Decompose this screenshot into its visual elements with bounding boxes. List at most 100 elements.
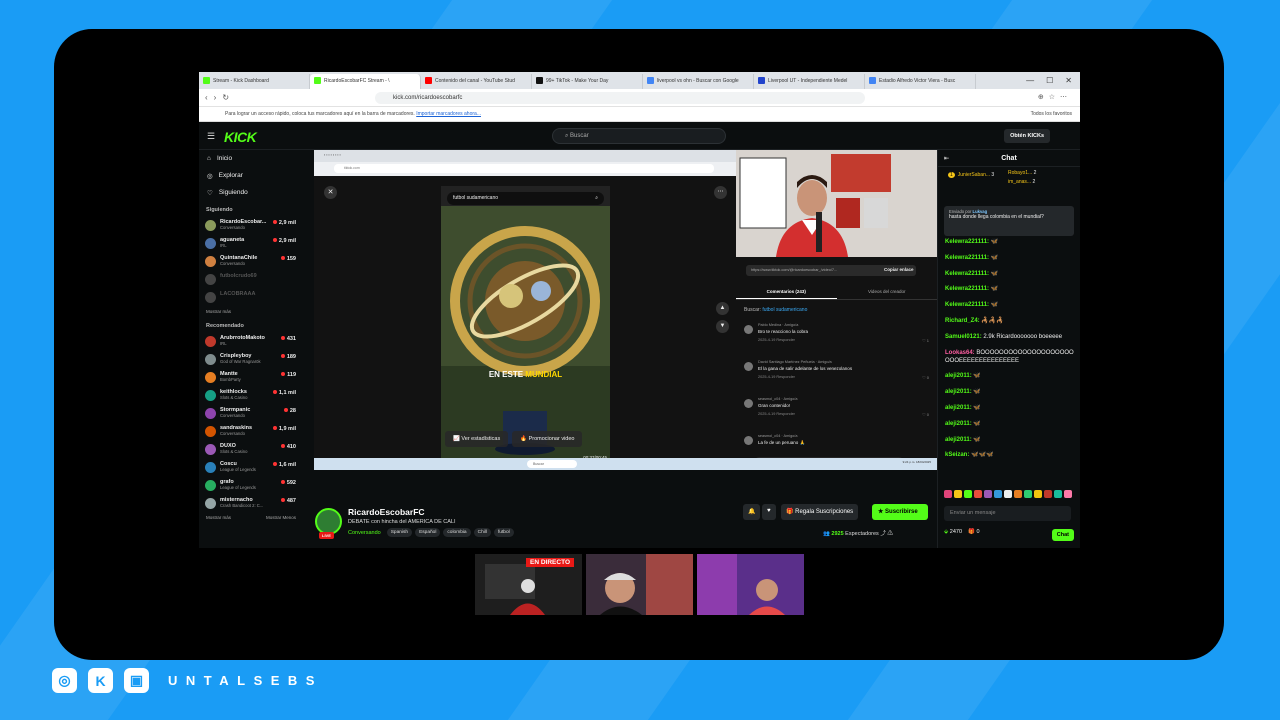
reply-link[interactable]: Responder: [776, 338, 795, 342]
browser-tab[interactable]: 99+ TikTok - Make Your Day: [532, 74, 643, 89]
stream-tag[interactable]: Español: [415, 528, 441, 537]
chat-username[interactable]: aleji2011:: [945, 421, 972, 427]
chat-username[interactable]: Kelewra221111:: [945, 239, 989, 245]
recommended-channel[interactable]: Mantte BombParty 119: [199, 368, 303, 386]
streamer-name[interactable]: RicardoEscobarFC: [348, 507, 425, 517]
tab-comments[interactable]: Comentarios (243): [736, 285, 837, 299]
copy-link-button[interactable]: Copiar enlace: [884, 267, 914, 272]
maximize-icon[interactable]: ☐: [1046, 76, 1053, 85]
comment-likes[interactable]: ♡ 1: [922, 338, 929, 343]
browser-tab[interactable]: Stream - Kick Dashboard: [199, 74, 310, 89]
avatar[interactable]: [744, 362, 753, 371]
emote-icon[interactable]: [1044, 490, 1052, 498]
more-icon[interactable]: ⋯: [714, 186, 727, 199]
video-player[interactable]: ▪ ▪ ▪ ▪ ▪ ▪ ▪ ▪ tiktok.com ✕ futbol suda…: [303, 150, 937, 476]
comment-likes[interactable]: ♡ 0: [922, 375, 929, 380]
close-icon[interactable]: ✕: [324, 186, 337, 199]
pinned-message[interactable]: Enviado por Lukvag hasta donde llega col…: [944, 206, 1074, 236]
comment-user[interactable]: David Santiago Martínez Peñuela · Amigo/…: [758, 360, 832, 364]
browser-tab[interactable]: RicardoEscobarFC Stream - \: [310, 74, 421, 89]
view-stats-button[interactable]: 📈 Ver estadísticas: [445, 431, 509, 447]
recommended-channel[interactable]: grafo League of Legends 592: [199, 476, 303, 494]
recommended-channel[interactable]: Crispleyboy God of War Ragnarök 189: [199, 350, 303, 368]
browser-tab[interactable]: Liverpool UT - Independiente Medel: [754, 74, 865, 89]
stream-tag[interactable]: Chill: [473, 528, 491, 537]
gift-icon[interactable]: 🎁: [968, 529, 975, 535]
emote-icon[interactable]: [954, 490, 962, 498]
browser-tab[interactable]: Estadio Alfredo Victor Viera - Busc: [865, 74, 976, 89]
chat-username[interactable]: kSeizan:: [945, 452, 969, 458]
search-icon[interactable]: ⌕: [595, 195, 598, 201]
toolbar-icons[interactable]: ⊕☆⋯: [1038, 93, 1072, 101]
emote-icon[interactable]: [964, 490, 972, 498]
avatar[interactable]: [744, 399, 753, 408]
show-less-link[interactable]: Mostrar Menos: [266, 515, 296, 520]
send-chat-button[interactable]: Chat: [1051, 529, 1074, 541]
notification-bell-icon[interactable]: 🔔: [743, 504, 761, 520]
emote-icon[interactable]: [944, 490, 952, 498]
chat-username[interactable]: Lookas64:: [945, 350, 975, 356]
emote-bar[interactable]: [944, 490, 1074, 500]
menu-icon[interactable]: ☰: [207, 131, 215, 142]
tiktok-search[interactable]: futbol sudamericano ⌕: [447, 192, 604, 205]
promote-video-button[interactable]: 🔥 Promocionar video: [512, 431, 583, 447]
recommended-channel[interactable]: misternacho Crash Bandicoot 2: C... 487: [199, 494, 303, 512]
chat-username[interactable]: aleji2011:: [945, 389, 972, 395]
all-favorites[interactable]: Todos los favoritos: [1031, 111, 1072, 117]
close-icon[interactable]: ✕: [1065, 76, 1072, 85]
chat-username[interactable]: Kelewra221111:: [945, 302, 989, 308]
recommended-channel[interactable]: keithlocks Slots & Casino 1,1 mil: [199, 386, 303, 404]
chat-username[interactable]: Kelewra221111:: [945, 286, 989, 292]
stream-tag[interactable]: Spanish: [386, 528, 413, 537]
chat-username[interactable]: Kelewra221111:: [945, 271, 989, 277]
avatar[interactable]: [744, 325, 753, 334]
share-icon[interactable]: ⤴: [880, 531, 886, 537]
nav-buttons[interactable]: ‹›↻: [205, 93, 235, 102]
get-kicks-button[interactable]: Obtén KICKs: [1004, 129, 1050, 143]
recommended-channel[interactable]: Coscu League of Legends 1,6 mil: [199, 458, 303, 476]
recommended-channel[interactable]: ArubrrotoMakoto IRL 431: [199, 332, 303, 350]
comment-user[interactable]: Pablo Medina · Amigo/a: [758, 323, 798, 327]
followed-channel[interactable]: LACOBRAAA: [199, 288, 303, 306]
show-more-link[interactable]: Mostrar más: [206, 515, 231, 520]
followed-channel[interactable]: futbolcrudo69: [199, 270, 303, 288]
emote-icon[interactable]: [984, 490, 992, 498]
reply-link[interactable]: Responder: [776, 412, 795, 416]
sidebar-item-inicio[interactable]: ⌂ Inicio: [199, 150, 303, 167]
import-bookmarks-link[interactable]: Importar marcadores ahora...: [416, 111, 481, 117]
comment-user[interactable]: seasmol_c04 · Amigo/a: [758, 397, 797, 401]
followed-channel[interactable]: aguaneta IRL 2,9 mil: [199, 234, 303, 252]
subscribe-button[interactable]: ★ Suscribirse: [872, 504, 928, 520]
sidebar-item-explorar[interactable]: ◎ Explorar: [199, 167, 303, 184]
emote-icon[interactable]: [1014, 490, 1022, 498]
search-input[interactable]: ⌕ Buscar: [552, 128, 726, 144]
streamer-avatar[interactable]: [315, 508, 342, 535]
browser-tab[interactable]: Contenido del canal - YouTube Stud: [421, 74, 532, 89]
report-icon[interactable]: ⚠: [887, 531, 893, 537]
chat-username[interactable]: Samuel0121:: [945, 334, 982, 340]
chat-username[interactable]: aleji2011:: [945, 437, 972, 443]
sidebar-item-siguiendo[interactable]: ♡ Siguiendo: [199, 184, 303, 201]
emote-icon[interactable]: [994, 490, 1002, 498]
emote-icon[interactable]: [1054, 490, 1062, 498]
collapse-chat-icon[interactable]: ⇤: [944, 155, 949, 162]
followed-channel[interactable]: RicardoEscobar... Conversando 2,9 mil: [199, 216, 303, 234]
followed-channel[interactable]: QuintanaChile Conversando 159: [199, 252, 303, 270]
comment-likes[interactable]: ♡ 0: [922, 412, 929, 417]
arrow-up-icon[interactable]: ▲: [716, 302, 729, 315]
emote-icon[interactable]: [1024, 490, 1032, 498]
stream-tag[interactable]: colombia: [443, 528, 471, 537]
avatar[interactable]: [744, 436, 753, 445]
recommended-channel[interactable]: DUXO Slots & Casino 410: [199, 440, 303, 458]
browser-tab[interactable]: liverpool vs ohn - Buscar con Google: [643, 74, 754, 89]
emote-icon[interactable]: [1064, 490, 1072, 498]
recommended-channel[interactable]: Stormpanic Conversando 28: [199, 404, 303, 422]
emote-icon[interactable]: [1034, 490, 1042, 498]
gift-subs-button[interactable]: 🎁 Regala Suscripciones: [781, 504, 859, 520]
follow-heart-icon[interactable]: ♥: [762, 504, 776, 520]
chat-username[interactable]: aleji2011:: [945, 373, 972, 379]
stream-tag[interactable]: futbol: [493, 528, 514, 537]
url-field[interactable]: kick.com/ricardoescobarfc: [375, 92, 865, 104]
chat-username[interactable]: aleji2011:: [945, 405, 972, 411]
minimize-icon[interactable]: —: [1026, 76, 1034, 85]
